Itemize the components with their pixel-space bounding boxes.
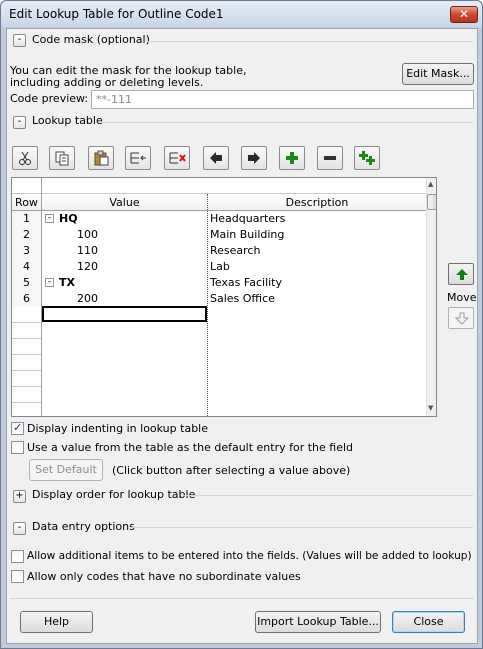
description-cell[interactable]: Headquarters	[210, 211, 424, 227]
value-cell[interactable]: TX	[59, 275, 205, 291]
display-order-heading: Display order for lookup table	[32, 488, 196, 501]
row-separator	[12, 386, 41, 387]
lookup-table-heading: Lookup table	[32, 114, 103, 127]
description-cell[interactable]: Research	[210, 243, 424, 259]
move-up-button[interactable]	[448, 263, 474, 285]
display-order-toggle[interactable]: +	[13, 490, 26, 503]
window-close-button[interactable]: ✕	[450, 6, 478, 23]
title-bar: Edit Lookup Table for Outline Code1 ✕	[1, 1, 482, 27]
data-entry-heading: Data entry options	[32, 520, 135, 533]
code-preview-field: **-111	[91, 90, 474, 109]
insert-row-icon[interactable]	[125, 146, 151, 170]
use-default-checkbox[interactable]	[11, 441, 24, 454]
checkmark-icon: ✓	[13, 421, 23, 434]
code-preview-label: Code preview:	[10, 92, 89, 105]
row-separator	[12, 354, 41, 355]
allow-additional-checkbox[interactable]	[11, 550, 24, 563]
code-mask-heading: Code mask (optional)	[32, 33, 150, 46]
value-cell[interactable]: 120	[77, 259, 205, 275]
delete-row-icon[interactable]	[164, 146, 190, 170]
description-cell[interactable]: Lab	[210, 259, 424, 275]
column-header-row[interactable]: Row	[12, 195, 41, 211]
row-number[interactable]: 4	[12, 259, 41, 275]
description-cell[interactable]: Texas Facility	[210, 275, 424, 291]
separator	[131, 527, 473, 528]
row-number[interactable]: 2	[12, 227, 41, 243]
edit-mask-button[interactable]: Edit Mask...	[402, 63, 474, 85]
move-label: Move	[447, 291, 477, 304]
description-cell[interactable]: Main Building	[210, 227, 424, 243]
dialog-body: - Code mask (optional) You can edit the …	[6, 28, 478, 644]
code-mask-toggle[interactable]: -	[13, 34, 26, 47]
separator	[10, 598, 474, 599]
value-cell[interactable]: HQ	[59, 211, 205, 227]
collapse-icon[interactable]	[317, 146, 343, 170]
grid-divider	[41, 178, 42, 416]
expand-all-icon[interactable]	[354, 146, 380, 170]
move-down-button[interactable]	[448, 307, 474, 329]
value-cell[interactable]: 200	[77, 291, 205, 307]
display-indenting-checkbox[interactable]: ✓	[11, 421, 24, 435]
scroll-down-icon[interactable]: ▼	[428, 404, 433, 412]
allow-only-codes-label[interactable]: Allow only codes that have no subordinat…	[27, 570, 301, 583]
allow-only-codes-checkbox[interactable]	[11, 570, 24, 583]
expand-icon[interactable]	[279, 146, 305, 170]
separator	[102, 122, 473, 123]
row-separator	[12, 338, 41, 339]
collapse-row-icon[interactable]: -	[45, 214, 54, 223]
set-default-button[interactable]: Set Default	[29, 459, 103, 481]
value-cell[interactable]: 100	[77, 227, 205, 243]
close-button[interactable]: Close	[392, 611, 465, 633]
outdent-icon[interactable]	[203, 146, 229, 170]
data-entry-toggle[interactable]: -	[13, 522, 26, 535]
row-separator	[12, 402, 41, 403]
cut-icon[interactable]	[12, 146, 38, 170]
scroll-up-icon[interactable]: ▲	[428, 180, 433, 188]
scroll-thumb[interactable]	[427, 194, 436, 210]
copy-icon[interactable]	[49, 146, 75, 170]
grid-divider	[207, 194, 208, 416]
row-number[interactable]: 5	[12, 275, 41, 291]
column-header-description[interactable]: Description	[208, 195, 426, 211]
grid-top-strip	[12, 178, 426, 194]
row-number[interactable]: 6	[12, 291, 41, 307]
vertical-scrollbar[interactable]: ▲ ▼	[426, 178, 436, 416]
column-header-value[interactable]: Value	[42, 195, 207, 211]
paste-icon[interactable]	[88, 146, 114, 170]
lookup-table-grid: Row Value Description 1- HQ Headquarters 2 1…	[11, 177, 437, 417]
mask-description-line2: including adding or deleting levels.	[10, 76, 204, 89]
indent-icon[interactable]	[241, 146, 267, 170]
value-cell[interactable]: 110	[77, 243, 205, 259]
row-separator	[12, 370, 41, 371]
row-number[interactable]: 1	[12, 211, 41, 227]
separator	[183, 495, 473, 496]
set-default-hint: (Click button after selecting a value ab…	[112, 464, 351, 477]
import-lookup-table-button[interactable]: Import Lookup Table...	[255, 611, 381, 633]
dialog-window: Edit Lookup Table for Outline Code1 ✕ - …	[0, 0, 483, 649]
row-separator	[12, 322, 41, 323]
help-button[interactable]: Help	[20, 611, 93, 633]
lookup-table-toggle[interactable]: -	[13, 116, 26, 129]
collapse-row-icon[interactable]: -	[45, 278, 54, 287]
description-cell[interactable]: Sales Office	[210, 291, 424, 307]
use-default-label[interactable]: Use a value from the table as the defaul…	[27, 441, 353, 454]
window-title: Edit Lookup Table for Outline Code1	[9, 7, 224, 21]
row-number[interactable]: 3	[12, 243, 41, 259]
selected-cell[interactable]	[42, 306, 207, 322]
allow-additional-label[interactable]: Allow additional items to be entered int…	[27, 550, 472, 562]
display-indenting-label[interactable]: Display indenting in lookup table	[27, 422, 208, 435]
separator	[147, 41, 473, 42]
